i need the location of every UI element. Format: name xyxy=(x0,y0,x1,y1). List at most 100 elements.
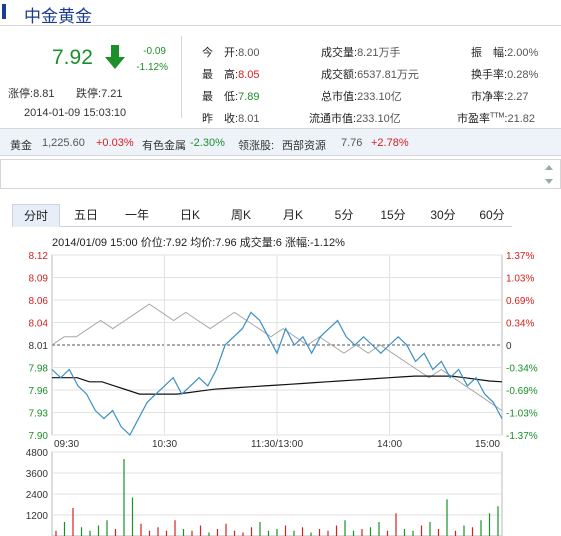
tab-monthly-k[interactable]: 月K xyxy=(271,204,315,227)
tab-weekly-k[interactable]: 周K xyxy=(219,204,263,227)
x-tick-label: 14:00 xyxy=(377,439,402,450)
y2-tick-label: 1.03% xyxy=(506,274,534,285)
tab-5min[interactable]: 5分 xyxy=(324,204,364,227)
stat-sup: TTM xyxy=(490,112,505,120)
x-tick-label: 11:30/13:00 xyxy=(251,439,304,450)
leader-label: 领涨股: xyxy=(238,140,275,152)
stat-prev-close: 昨 收:8.01 xyxy=(202,110,259,126)
stat-value: 0.28% xyxy=(507,69,539,81)
stat-label: 市净率: xyxy=(471,91,508,103)
stat-label: 市盈率 xyxy=(457,113,490,125)
limit-down: 跌停:7.21 xyxy=(76,85,122,101)
tab-intraday[interactable]: 分时 xyxy=(12,204,60,227)
x-tick-label: 15:00 xyxy=(475,439,500,450)
y2-tick-label: -0.34% xyxy=(506,364,538,375)
tab-15min[interactable]: 15分 xyxy=(373,204,413,227)
gold-value: 1,225.60 xyxy=(42,137,85,149)
stat-label: 振 幅: xyxy=(471,47,508,59)
tab-one-year[interactable]: 一年 xyxy=(115,204,159,227)
stat-value: 7.89 xyxy=(238,91,260,103)
x-tick-label: 10:30 xyxy=(152,439,177,450)
stat-label: 昨 收: xyxy=(202,113,239,125)
vol-tick-label: 3600 xyxy=(26,469,49,480)
stat-pb: 市净率:2.27 xyxy=(471,88,528,104)
y-tick-label: 8.06 xyxy=(29,296,49,307)
market-ticker: 黄金 1,225.60 +0.03% 有色金属 -2.30% 领涨股: 西部资源… xyxy=(0,128,561,156)
y2-tick-label: 1.37% xyxy=(506,251,534,262)
gold-label[interactable]: 黄金 xyxy=(10,137,32,153)
leader-price: 7.76 xyxy=(341,137,363,149)
limit-up: 涨停:8.81 xyxy=(8,85,54,101)
stock-name: 中金黄金 xyxy=(24,7,92,27)
news-box xyxy=(0,159,561,189)
stat-value: 2.00% xyxy=(507,47,539,59)
price-change: -0.09 xyxy=(143,46,166,57)
stat-turnover: 换手率:0.28% xyxy=(471,66,538,82)
leader-name[interactable]: 西部资源 xyxy=(282,137,326,153)
stat-market-cap: 总市值:233.10亿 xyxy=(321,88,402,104)
leader-change: +2.78% xyxy=(371,137,409,149)
stat-amount: 成交额:6537.81万元 xyxy=(321,66,419,82)
sector-label[interactable]: 有色金属 xyxy=(142,137,186,153)
limit-down-label: 跌停: xyxy=(76,88,102,100)
stat-value: 8.21万手 xyxy=(357,47,401,59)
stat-pe: 市盈率TTM:21.82 xyxy=(457,110,535,126)
tab-daily-k[interactable]: 日K xyxy=(168,204,212,227)
stat-label: 成交额: xyxy=(321,69,358,81)
y-tick-label: 8.04 xyxy=(29,319,49,330)
chart-tabs: 分时 五日 一年 日K 周K 月K 5分 15分 30分 60分 xyxy=(12,204,512,227)
tab-five-day[interactable]: 五日 xyxy=(64,204,108,227)
title-bar: 中金黄金 xyxy=(0,0,561,27)
stat-label: 最 高: xyxy=(202,69,239,81)
stat-value: 21.82 xyxy=(507,113,535,125)
title-mark xyxy=(2,4,6,19)
stat-value: 2.27 xyxy=(507,91,529,103)
y2-tick-label: -0.69% xyxy=(506,386,538,397)
stat-label: 换手率: xyxy=(471,69,508,81)
stat-value: 233.10亿 xyxy=(357,91,402,103)
gold-change: +0.03% xyxy=(96,137,134,149)
limit-up-value: 8.81 xyxy=(33,88,55,100)
quote-panel: 7.92 -0.09 -1.12% 涨停:8.81 跌停:7.21 2014-0… xyxy=(0,36,561,125)
y-tick-label: 7.93 xyxy=(29,409,49,420)
scroll-down-icon[interactable] xyxy=(545,179,553,184)
y2-tick-label: -1.03% xyxy=(506,409,538,420)
y2-tick-label: 0.34% xyxy=(506,319,534,330)
vol-tick-label: 2400 xyxy=(26,490,49,501)
intraday-chart[interactable]: 8.12 1.37% 8.09 1.03% 8.06 0.69% 8.04 0.34% 8.01… xyxy=(0,240,561,536)
stat-volume: 成交量:8.21万手 xyxy=(321,44,400,60)
scroll-up-icon[interactable] xyxy=(545,165,553,170)
vol-tick-label: 1200 xyxy=(26,511,49,522)
stat-label: 成交量: xyxy=(321,47,358,59)
tab-60min[interactable]: 60分 xyxy=(472,204,512,227)
tab-30min[interactable]: 30分 xyxy=(423,204,463,227)
stat-label: 流通市值: xyxy=(309,113,357,125)
stat-open: 今 开:8.00 xyxy=(202,44,259,60)
y2-tick-label: 0 xyxy=(506,341,512,352)
quote-divider xyxy=(181,36,182,118)
y-tick-label: 8.09 xyxy=(29,274,49,285)
price-change-pct: -1.12% xyxy=(136,62,168,73)
stat-label: 总市值: xyxy=(321,91,358,103)
stat-value: 6537.81万元 xyxy=(357,69,419,81)
stat-value: 233.10亿 xyxy=(356,113,401,125)
y-tick-label: 8.01 xyxy=(29,341,49,352)
x-tick-label: 09:30 xyxy=(54,439,79,450)
stat-value: 8.00 xyxy=(238,47,260,59)
stat-amplitude: 振 幅:2.00% xyxy=(471,44,538,60)
stat-value: 8.05 xyxy=(238,69,260,81)
vol-tick-label: 4800 xyxy=(26,448,49,459)
stat-label: 今 开: xyxy=(202,47,239,59)
sector-change: -2.30% xyxy=(190,137,225,149)
y-tick-label: 7.96 xyxy=(29,386,49,397)
stat-label: 最 低: xyxy=(202,91,239,103)
y-tick-label: 7.98 xyxy=(29,364,49,375)
y-tick-label: 8.12 xyxy=(29,251,49,262)
stat-float-cap: 流通市值:233.10亿 xyxy=(309,110,401,126)
quote-timestamp: 2014-01-09 15:03:10 xyxy=(24,107,127,119)
limit-down-value: 7.21 xyxy=(101,88,123,100)
y-tick-label: 7.90 xyxy=(29,431,49,442)
stat-high: 最 高:8.05 xyxy=(202,66,259,82)
stat-value: 8.01 xyxy=(238,113,260,125)
y2-tick-label: 0.69% xyxy=(506,296,534,307)
